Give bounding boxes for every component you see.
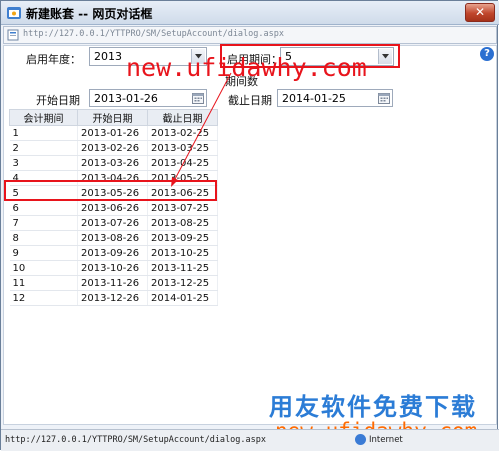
table-cell: 7 (9, 215, 78, 231)
table-cell: 2013-04-25 (147, 155, 218, 171)
window-title: 新建账套 -- 网页对话框 (26, 7, 153, 21)
table-cell: 11 (9, 275, 78, 291)
globe-icon (355, 434, 366, 445)
row-highlight-box (4, 180, 217, 201)
start-date-label: 开始日期 (36, 94, 80, 107)
calendar-icon[interactable] (192, 92, 204, 104)
table-row[interactable]: 7 2013-07-26 2013-08-25 (9, 215, 218, 231)
table-cell: 10 (9, 260, 78, 276)
table-row[interactable]: 8 2013-08-26 2013-09-25 (9, 230, 218, 246)
table-cell: 2013-07-26 (77, 215, 148, 231)
start-date-value: 2013-01-26 (94, 92, 158, 105)
table-cell: 2013-12-25 (147, 275, 218, 291)
table-cell: 2013-07-25 (147, 200, 218, 216)
table-cell: 2013-10-26 (77, 260, 148, 276)
start-date-field[interactable]: 2013-01-26 (89, 89, 207, 107)
table-cell: 8 (9, 230, 78, 246)
table-cell: 2013-09-26 (77, 245, 148, 261)
table-row[interactable]: 11 2013-11-26 2013-12-25 (9, 275, 218, 291)
table-cell: 2013-11-26 (77, 275, 148, 291)
end-date-value: 2014-01-25 (282, 92, 346, 105)
calendar-icon[interactable] (378, 92, 390, 104)
table-cell: 2013-10-25 (147, 245, 218, 261)
table-row[interactable]: 3 2013-03-26 2013-04-25 (9, 155, 218, 171)
table-cell: 3 (9, 155, 78, 171)
table-cell: 2013-06-26 (77, 200, 148, 216)
dialog-window: 新建账套 -- 网页对话框 ✕ http://127.0.0.1/YTTPRO/… (0, 0, 499, 451)
table-cell: 9 (9, 245, 78, 261)
table-cell: 12 (9, 290, 78, 306)
table-cell: 2013-12-26 (77, 290, 148, 306)
address-bar: http://127.0.0.1/YTTPRO/SM/SetupAccount/… (3, 26, 497, 44)
table-cell: 2013-08-25 (147, 215, 218, 231)
table-cell: 2013-03-26 (77, 155, 148, 171)
table-row[interactable]: 2 2013-02-26 2013-03-25 (9, 140, 218, 156)
status-bar: http://127.0.0.1/YTTPRO/SM/SetupAccount/… (1, 429, 499, 451)
end-date-label: 截止日期 (228, 94, 272, 107)
column-header[interactable]: 截止日期 (147, 109, 218, 126)
start-year-value: 2013 (94, 50, 122, 63)
table-cell: 1 (9, 125, 78, 141)
table-row[interactable]: 9 2013-09-26 2013-10-25 (9, 245, 218, 261)
table-row[interactable]: 1 2013-01-26 2013-02-25 (9, 125, 218, 141)
page-icon (7, 29, 19, 41)
app-icon (7, 7, 21, 19)
watermark-text: 用友软件免费下载 (269, 393, 477, 421)
status-zone: Internet (369, 435, 403, 445)
column-header[interactable]: 会计期间 (9, 109, 78, 126)
table-cell: 2013-02-25 (147, 125, 218, 141)
close-button[interactable]: ✕ (465, 3, 495, 22)
table-row[interactable]: 6 2013-06-26 2013-07-25 (9, 200, 218, 216)
table-cell: 2013-03-25 (147, 140, 218, 156)
table-row[interactable]: 10 2013-10-26 2013-11-25 (9, 260, 218, 276)
table-cell: 6 (9, 200, 78, 216)
end-date-field[interactable]: 2014-01-25 (277, 89, 393, 107)
table-cell: 2013-01-26 (77, 125, 148, 141)
table-cell: 2013-08-26 (77, 230, 148, 246)
table-cell: 2013-11-25 (147, 260, 218, 276)
table-cell: 2014-01-25 (147, 290, 218, 306)
table-row[interactable]: 12 2013-12-26 2014-01-25 (9, 290, 218, 306)
column-header[interactable]: 开始日期 (77, 109, 148, 126)
title-bar[interactable]: 新建账套 -- 网页对话框 ✕ (1, 1, 499, 25)
address-url: http://127.0.0.1/YTTPRO/SM/SetupAccount/… (23, 29, 284, 39)
watermark-text: new.ufidawhy.com (126, 53, 367, 82)
start-year-label: 启用年度： (26, 53, 81, 66)
table-cell: 2013-09-25 (147, 230, 218, 246)
table-header-row: 会计期间 开始日期 截止日期 (9, 109, 218, 126)
status-url: http://127.0.0.1/YTTPRO/SM/SetupAccount/… (5, 435, 266, 445)
period-table: 会计期间 开始日期 截止日期 1 2013-01-26 2013-02-25 2 201… (9, 109, 218, 306)
table-cell: 2013-02-26 (77, 140, 148, 156)
help-icon[interactable]: ? (480, 47, 494, 61)
table-cell: 2 (9, 140, 78, 156)
